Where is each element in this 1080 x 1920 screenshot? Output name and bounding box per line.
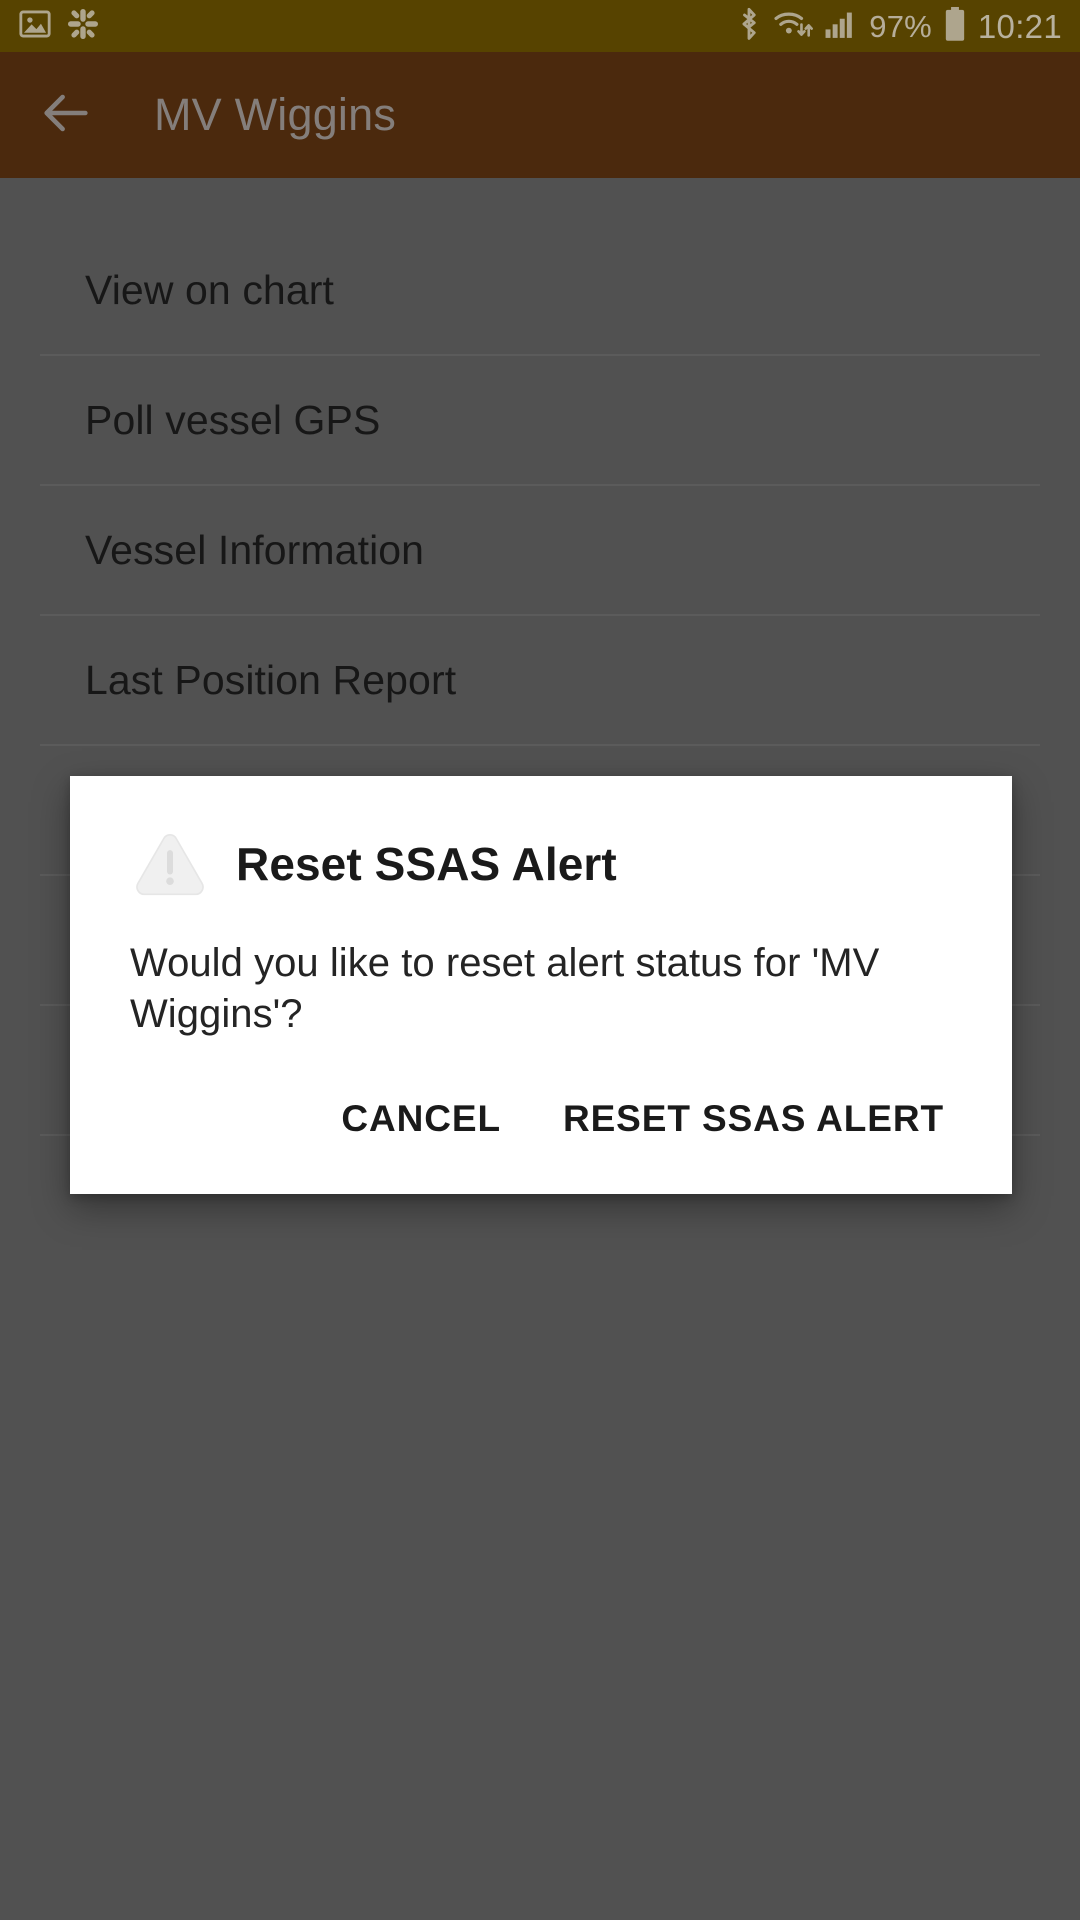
back-button[interactable] (0, 52, 132, 178)
clock-label: 10:21 (977, 7, 1062, 45)
page-title: MV Wiggins (154, 89, 397, 140)
list-item-label: View on chart (85, 266, 334, 313)
dialog-actions: CANCEL RESET SSAS ALERT (70, 1040, 1012, 1194)
list-item-vessel-information[interactable]: Vessel Information (0, 486, 1080, 614)
warning-triangle-icon (130, 824, 210, 904)
app-bar: MV Wiggins (0, 52, 1080, 178)
dialog-title: Reset SSAS Alert (236, 838, 617, 890)
bluetooth-icon (736, 6, 762, 47)
status-bar-left-icons (18, 7, 100, 46)
cancel-button[interactable]: CANCEL (315, 1084, 527, 1154)
slack-icon (66, 7, 100, 46)
list-item-last-position-report[interactable]: Last Position Report (0, 616, 1080, 744)
list-item-poll-vessel-gps[interactable]: Poll vessel GPS (0, 356, 1080, 484)
list-item-label: Last Position Report (85, 656, 457, 703)
dialog-message: Would you like to reset alert status for… (130, 941, 880, 1036)
battery-percent-label: 97% (869, 8, 932, 44)
dialog-header: Reset SSAS Alert (70, 776, 1012, 904)
arrow-left-icon (37, 84, 95, 147)
list-top-spacer (0, 178, 1080, 226)
signal-icon (824, 7, 858, 46)
wifi-icon (773, 7, 814, 46)
reset-ssas-alert-button[interactable]: RESET SSAS ALERT (537, 1084, 970, 1154)
status-bar: 97% 10:21 (0, 0, 1080, 52)
battery-icon (943, 6, 967, 47)
list-item-label: Poll vessel GPS (85, 396, 381, 443)
list-item-view-on-chart[interactable]: View on chart (0, 226, 1080, 354)
list-item-label: Vessel Information (85, 526, 425, 573)
photo-icon (18, 7, 52, 46)
phone-screen: 97% 10:21 MV Wiggins View on chart Poll … (0, 0, 1080, 1920)
reset-ssas-alert-dialog: Reset SSAS Alert Would you like to reset… (70, 776, 1012, 1194)
status-bar-right-icons: 97% 10:21 (736, 6, 1062, 47)
